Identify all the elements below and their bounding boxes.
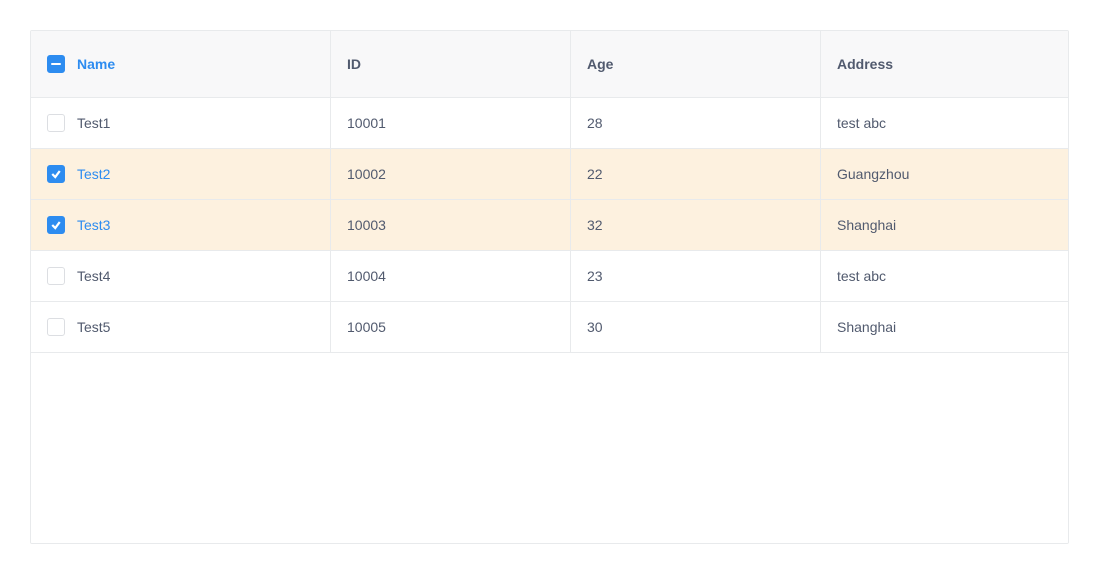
header-cell-name[interactable]: Name: [31, 31, 331, 97]
cell-age-text: 28: [587, 115, 603, 131]
cell-address: Shanghai: [821, 302, 1068, 352]
header-label-age: Age: [587, 56, 613, 72]
row-checkbox[interactable]: [47, 267, 65, 285]
cell-name-text: Test4: [77, 268, 110, 284]
cell-age: 23: [571, 251, 821, 301]
cell-id: 10001: [331, 98, 571, 148]
row-checkbox[interactable]: [47, 165, 65, 183]
cell-id-text: 10003: [347, 217, 386, 233]
cell-id-text: 10004: [347, 268, 386, 284]
cell-name: Test3: [31, 200, 331, 250]
header-label-address: Address: [837, 56, 893, 72]
cell-age: 22: [571, 149, 821, 199]
header-cell-age[interactable]: Age: [571, 31, 821, 97]
cell-id-text: 10005: [347, 319, 386, 335]
check-icon: [50, 219, 62, 231]
cell-id: 10003: [331, 200, 571, 250]
cell-address: Shanghai: [821, 200, 1068, 250]
table-header-row: Name ID Age Address: [31, 31, 1068, 98]
cell-age: 32: [571, 200, 821, 250]
cell-address: test abc: [821, 98, 1068, 148]
cell-address-text: Guangzhou: [837, 166, 909, 182]
cell-name-text: Test2: [77, 166, 110, 182]
cell-name-text: Test3: [77, 217, 110, 233]
data-table: Name ID Age Address Test1 10001 28 test abc…: [30, 30, 1069, 544]
cell-name: Test2: [31, 149, 331, 199]
table-row[interactable]: Test4 10004 23 test abc: [31, 251, 1068, 302]
table-row[interactable]: Test3 10003 32 Shanghai: [31, 200, 1068, 251]
table-empty-space: [31, 353, 1068, 543]
cell-name-text: Test5: [77, 319, 110, 335]
check-icon: [50, 168, 62, 180]
cell-address-text: Shanghai: [837, 319, 896, 335]
cell-age-text: 30: [587, 319, 603, 335]
cell-address: Guangzhou: [821, 149, 1068, 199]
cell-id: 10002: [331, 149, 571, 199]
table-row[interactable]: Test1 10001 28 test abc: [31, 98, 1068, 149]
cell-id: 10004: [331, 251, 571, 301]
header-label-id: ID: [347, 56, 361, 72]
header-cell-id[interactable]: ID: [331, 31, 571, 97]
cell-age: 30: [571, 302, 821, 352]
cell-name-text: Test1: [77, 115, 110, 131]
cell-name: Test4: [31, 251, 331, 301]
row-checkbox[interactable]: [47, 318, 65, 336]
select-all-checkbox[interactable]: [47, 55, 65, 73]
indeterminate-icon: [51, 63, 61, 65]
header-label-name: Name: [77, 56, 115, 72]
cell-id-text: 10002: [347, 166, 386, 182]
cell-age: 28: [571, 98, 821, 148]
cell-id: 10005: [331, 302, 571, 352]
cell-address: test abc: [821, 251, 1068, 301]
cell-address-text: Shanghai: [837, 217, 896, 233]
cell-age-text: 32: [587, 217, 603, 233]
header-cell-address[interactable]: Address: [821, 31, 1068, 97]
row-checkbox[interactable]: [47, 216, 65, 234]
table-row[interactable]: Test5 10005 30 Shanghai: [31, 302, 1068, 353]
cell-name: Test1: [31, 98, 331, 148]
cell-name: Test5: [31, 302, 331, 352]
cell-address-text: test abc: [837, 268, 886, 284]
row-checkbox[interactable]: [47, 114, 65, 132]
cell-age-text: 23: [587, 268, 603, 284]
cell-address-text: test abc: [837, 115, 886, 131]
cell-age-text: 22: [587, 166, 603, 182]
cell-id-text: 10001: [347, 115, 386, 131]
table-row[interactable]: Test2 10002 22 Guangzhou: [31, 149, 1068, 200]
table-body: Test1 10001 28 test abc Test2 10002 22 Guangzho…: [31, 98, 1068, 353]
